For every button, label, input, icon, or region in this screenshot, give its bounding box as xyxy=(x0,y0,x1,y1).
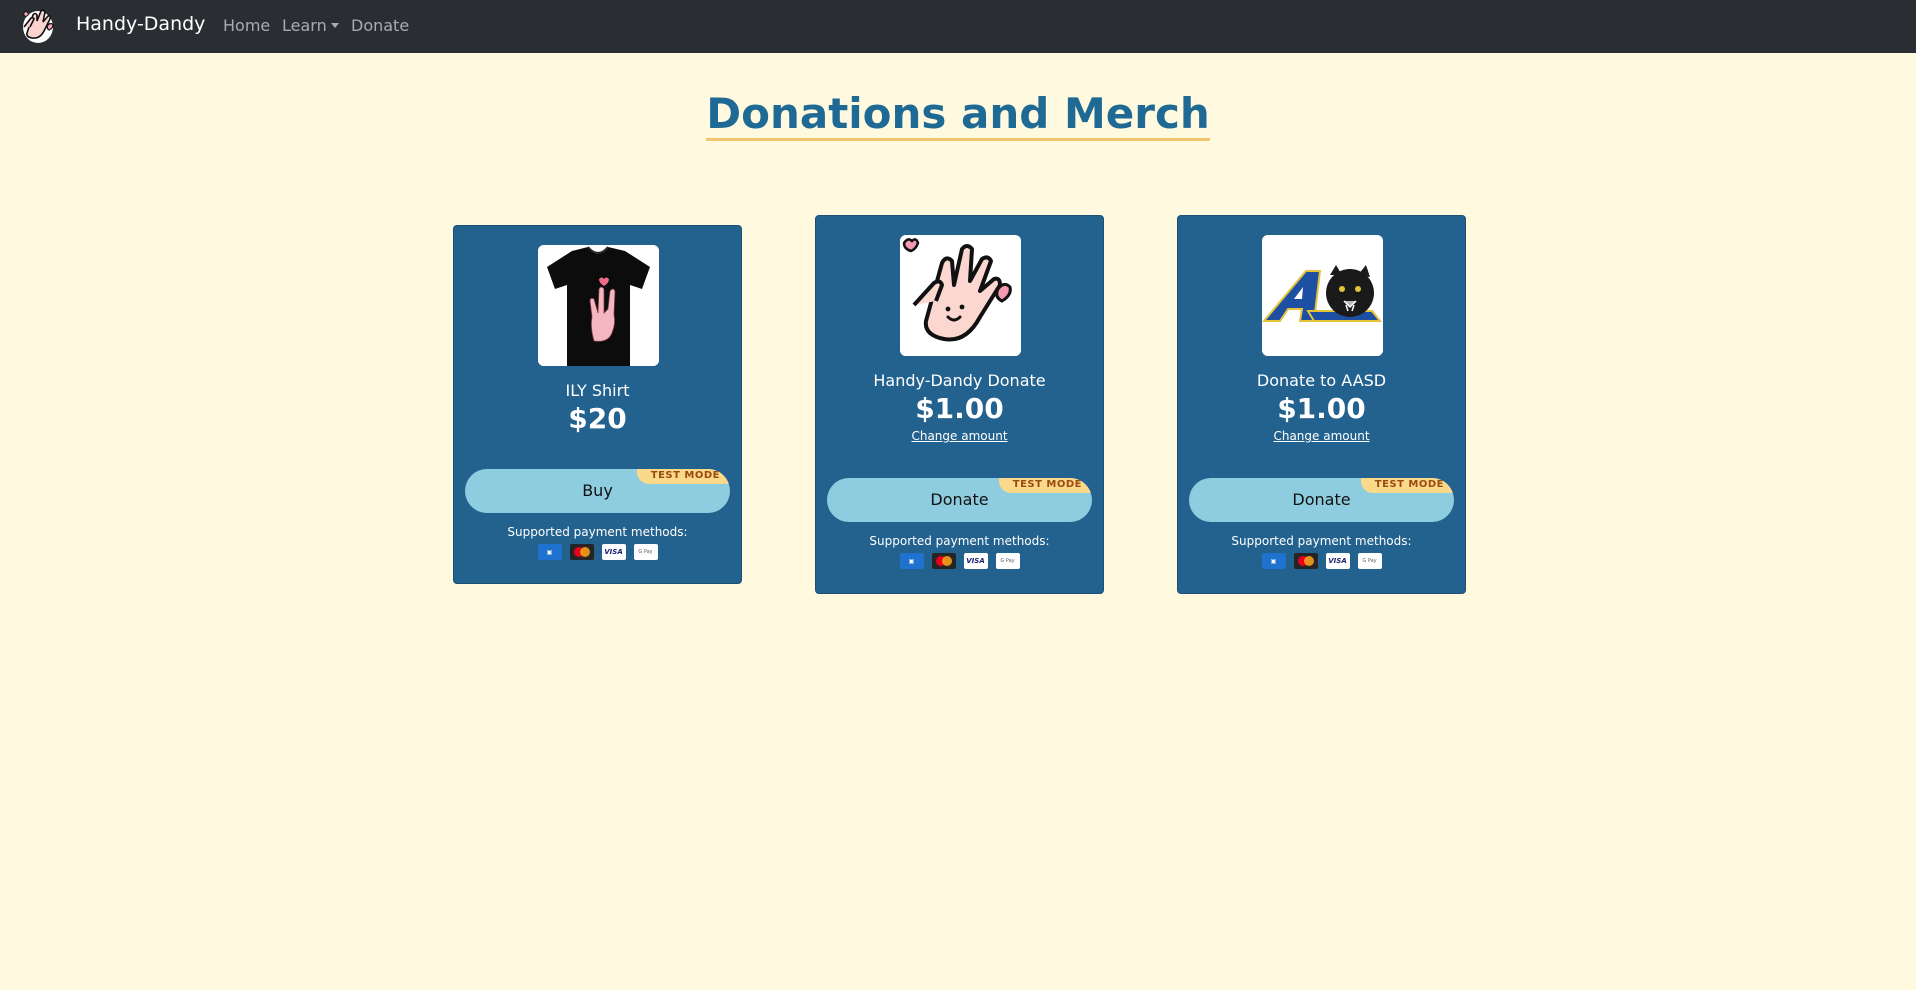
nav-learn-label: Learn xyxy=(282,16,327,35)
gpay-icon: G Pay xyxy=(1357,553,1382,569)
hands-logo-icon[interactable] xyxy=(18,5,58,47)
amex-icon: ▣ xyxy=(899,553,924,569)
change-amount-link[interactable]: Change amount xyxy=(1178,429,1465,443)
gpay-icon: G Pay xyxy=(633,544,658,560)
brand-name[interactable]: Handy-Dandy xyxy=(76,13,205,35)
product-card-ily-shirt: ILY Shirt $20 Buy TEST MODE Supported pa… xyxy=(453,225,742,584)
page-title: Donations and Merch xyxy=(706,90,1210,141)
buy-button[interactable]: Buy TEST MODE xyxy=(465,469,730,513)
page-title-wrap: Donations and Merch xyxy=(0,90,1916,141)
test-mode-badge: TEST MODE xyxy=(1360,478,1454,493)
mastercard-icon xyxy=(931,553,956,569)
nav-donate-link[interactable]: Donate xyxy=(351,16,409,35)
visa-icon: VISA xyxy=(1325,553,1350,569)
change-amount-link[interactable]: Change amount xyxy=(816,429,1103,443)
mastercard-icon xyxy=(1293,553,1318,569)
visa-icon: VISA xyxy=(601,544,626,560)
test-mode-badge: TEST MODE xyxy=(636,469,730,484)
amex-icon: ▣ xyxy=(1261,553,1286,569)
supported-payment-label: Supported payment methods: xyxy=(869,534,1050,548)
aasd-logo-image xyxy=(1262,235,1383,356)
payment-methods-row: ▣ VISA G Pay xyxy=(1178,553,1465,569)
navbar: Handy-Dandy Home Learn Donate xyxy=(0,0,1916,53)
visa-icon: VISA xyxy=(963,553,988,569)
donate-button[interactable]: Donate TEST MODE xyxy=(827,478,1092,522)
nav-home-link[interactable]: Home xyxy=(223,16,270,35)
donation-name: Handy-Dandy Donate xyxy=(873,371,1046,390)
donation-name: Donate to AASD xyxy=(1256,371,1387,390)
donation-card-handy-dandy: Handy-Dandy Donate $1.00 Change amount D… xyxy=(815,215,1104,594)
nav-learn-dropdown[interactable]: Learn xyxy=(282,16,339,35)
caret-down-icon xyxy=(330,23,339,28)
test-mode-badge: TEST MODE xyxy=(998,478,1092,493)
payment-methods-row: ▣ VISA G Pay xyxy=(816,553,1103,569)
supported-payment-label: Supported payment methods: xyxy=(1231,534,1412,548)
payment-methods-row: ▣ VISA G Pay xyxy=(454,544,741,560)
donation-amount: $1.00 xyxy=(915,392,1004,425)
donate-button[interactable]: Donate TEST MODE xyxy=(1189,478,1454,522)
product-price: $20 xyxy=(568,402,627,435)
mastercard-icon xyxy=(569,544,594,560)
hands-heart-image xyxy=(900,235,1021,356)
donation-card-aasd: Donate to AASD $1.00 Change amount Donat… xyxy=(1177,215,1466,594)
ily-shirt-image xyxy=(538,245,659,366)
product-name: ILY Shirt xyxy=(565,381,630,400)
donation-amount: $1.00 xyxy=(1277,392,1366,425)
gpay-icon: G Pay xyxy=(995,553,1020,569)
amex-icon: ▣ xyxy=(537,544,562,560)
supported-payment-label: Supported payment methods: xyxy=(507,525,688,539)
